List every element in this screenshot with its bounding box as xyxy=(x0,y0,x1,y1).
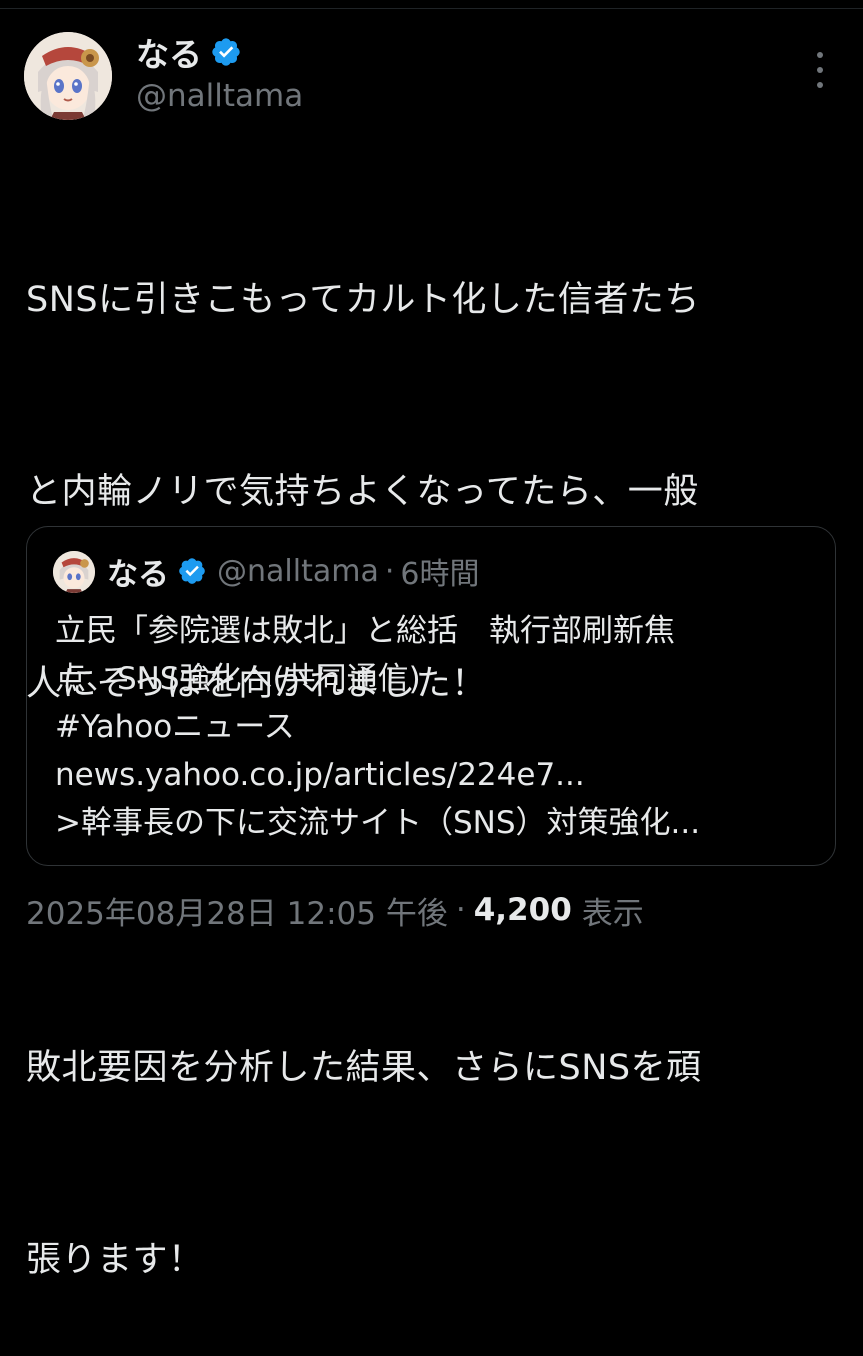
quoted-tweet-header: なる @nalltama · 6時間 xyxy=(107,549,479,593)
anime-avatar-icon xyxy=(24,32,112,120)
views-count: 4,200 xyxy=(473,892,572,928)
meta-separator: · xyxy=(455,892,466,928)
tweet-text-line: 張ります！ xyxy=(26,1240,204,1280)
views-label: 表示 xyxy=(581,895,644,932)
quoted-tweet-card[interactable]: なる @nalltama · 6時間 立民「参院選は敗北」と総括 執行部刷新焦 … xyxy=(26,526,836,866)
quoted-text-line: >幹事長の下に交流サイト（SNS）対策強化... xyxy=(55,805,701,841)
quoted-link: news.yahoo.co.jp/articles/224e7... xyxy=(55,757,585,793)
tweet-timestamp[interactable]: 2025年08月28日 12:05 午後 xyxy=(26,888,448,933)
more-dots-icon xyxy=(817,52,823,58)
quoted-header-separator: · xyxy=(384,553,395,589)
quoted-author-handle[interactable]: @nalltama xyxy=(217,554,379,589)
more-dot xyxy=(817,67,823,73)
tweet-text-line: 敗北要因を分析した結果、さらにSNSを頑 xyxy=(26,1048,702,1088)
verified-badge-icon xyxy=(212,38,240,66)
quoted-hashtag: #Yahooニュース xyxy=(55,709,295,745)
quoted-tweet-text: 立民「参院選は敗北」と総括 執行部刷新焦 点、SNS強化へ(共同通信) #Yah… xyxy=(55,607,825,847)
tweet-meta: 2025年08月28日 12:05 午後 · 4,200 表示 xyxy=(26,886,644,934)
quoted-author-name[interactable]: なる xyxy=(107,549,169,594)
tweet-text-line: SNSに引きこもってカルト化した信者たち xyxy=(26,280,700,320)
quoted-tweet-time[interactable]: 6時間 xyxy=(400,549,479,593)
timeline-divider xyxy=(0,0,863,9)
verified-badge-icon xyxy=(179,558,205,584)
tweet-text-line: と内輪ノリで気持ちよくなってたら、一般 xyxy=(26,472,699,512)
anime-avatar-icon xyxy=(53,551,95,593)
quoted-text-line: 立民「参院選は敗北」と総括 執行部刷新焦 xyxy=(55,613,675,649)
more-options-button[interactable] xyxy=(808,52,832,88)
author-display-name[interactable]: なる xyxy=(136,28,202,76)
author-avatar[interactable] xyxy=(24,32,112,120)
more-dot xyxy=(817,82,823,88)
quoted-text-line: 点、SNS強化へ(共同通信) xyxy=(55,661,421,697)
quoted-author-avatar[interactable] xyxy=(53,551,95,593)
author-handle[interactable]: @nalltama xyxy=(136,78,303,114)
author-name-row[interactable]: なる xyxy=(136,30,242,74)
